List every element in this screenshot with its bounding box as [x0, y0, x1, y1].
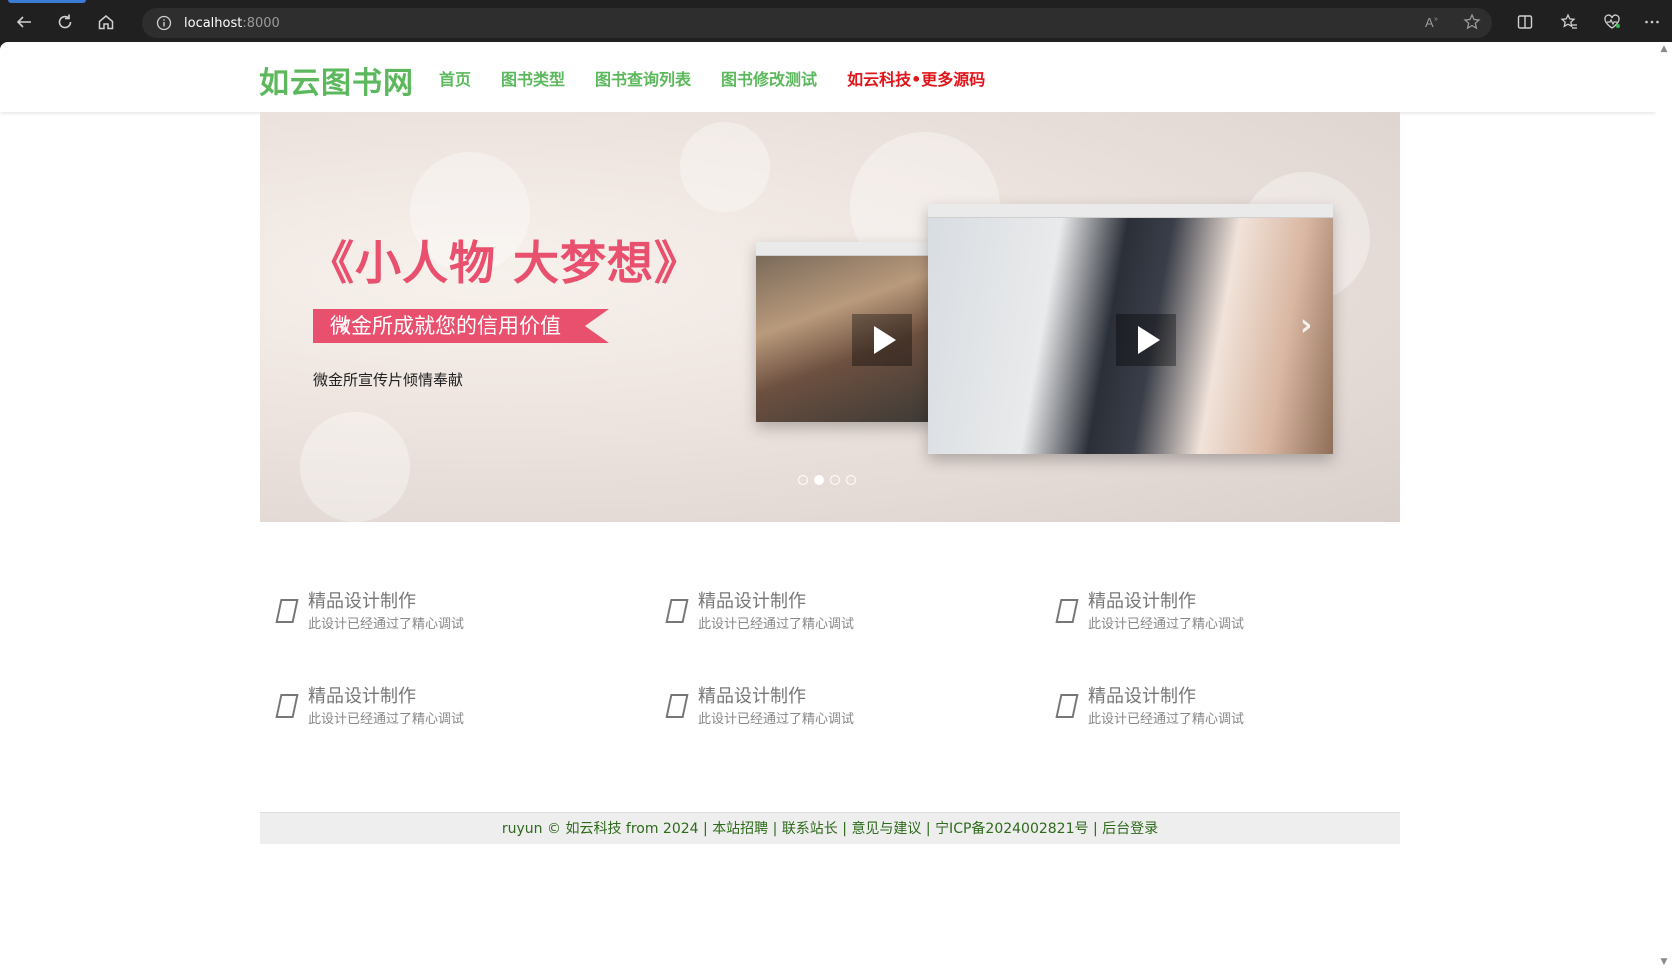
read-aloud-icon[interactable]: A»: [1418, 8, 1446, 36]
footer-link-jobs[interactable]: 本站招聘: [712, 821, 768, 837]
carousel-dot[interactable]: [798, 475, 808, 485]
nav-book-edit-test[interactable]: 图书修改测试: [721, 66, 817, 90]
back-icon[interactable]: [10, 8, 38, 36]
main-nav: 首页 图书类型 图书查询列表 图书修改测试 如云科技•更多源码: [439, 66, 985, 90]
bokeh-light: [680, 122, 770, 212]
carousel-indicators: [798, 475, 856, 485]
banner-ribbon-text: 微金所成就您的信用价值: [330, 314, 561, 338]
more-menu-icon[interactable]: [1638, 8, 1666, 36]
scroll-up-icon[interactable]: ▲: [1659, 44, 1669, 54]
browser-frame-bar: [756, 242, 932, 256]
footer-link-feedback[interactable]: 意见与建议: [851, 821, 921, 837]
site-info-icon[interactable]: [156, 15, 172, 31]
feature-item: 精品设计制作 此设计已经通过了精心调试: [1055, 587, 1358, 637]
feature-item: 精品设计制作 此设计已经通过了精心调试: [665, 587, 968, 637]
address-bar[interactable]: localhost:8000: [142, 8, 1492, 38]
feature-icon: [275, 694, 299, 718]
favorite-star-icon[interactable]: [1458, 8, 1486, 36]
svg-text:»: »: [1434, 16, 1438, 23]
favorites-icon[interactable]: [1555, 8, 1583, 36]
page-viewport: 如云图书网 首页 图书类型 图书查询列表 图书修改测试 如云科技•更多源码 《小…: [0, 42, 1672, 969]
nav-home[interactable]: 首页: [439, 66, 471, 90]
browser-frame-bar: [928, 204, 1333, 218]
feature-desc: 此设计已经通过了精心调试: [698, 712, 855, 727]
site-header: 如云图书网 首页 图书类型 图书查询列表 图书修改测试 如云科技•更多源码: [0, 42, 1656, 112]
carousel-dot-active[interactable]: [814, 475, 824, 485]
feature-desc: 此设计已经通过了精心调试: [698, 617, 855, 632]
feature-icon: [665, 599, 689, 623]
feature-title: 精品设计制作: [698, 591, 806, 612]
footer-copyright: ruyun © 如云科技 from 2024: [501, 821, 699, 837]
browser-toolbar: localhost:8000 A»: [0, 0, 1672, 42]
active-tab-indicator: [8, 0, 86, 3]
feature-icon: [1055, 694, 1079, 718]
bokeh-light: [300, 412, 410, 522]
play-icon[interactable]: [852, 314, 912, 366]
scroll-down-icon[interactable]: ▼: [1659, 957, 1669, 967]
feature-title: 精品设计制作: [308, 686, 416, 707]
feature-item: 精品设计制作 此设计已经通过了精心调试: [1055, 682, 1358, 732]
feature-item: 精品设计制作 此设计已经通过了精心调试: [665, 682, 968, 732]
url-host: localhost: [184, 15, 243, 31]
carousel-prev-icon[interactable]: ‹: [338, 308, 350, 343]
play-icon[interactable]: [1116, 314, 1176, 366]
feature-icon: [1055, 599, 1079, 623]
feature-item: 精品设计制作 此设计已经通过了精心调试: [275, 587, 578, 637]
health-heart-icon[interactable]: [1598, 8, 1626, 36]
footer-link-admin-login[interactable]: 后台登录: [1102, 821, 1158, 837]
page-scrollbar[interactable]: ▲ ▼: [1656, 42, 1672, 969]
hero-carousel: 《小人物 大梦想》 微金所成就您的信用价值 微金所宣传片倾情奉献 ‹ ›: [260, 112, 1400, 522]
carousel-next-icon[interactable]: ›: [1300, 308, 1312, 343]
carousel-dot[interactable]: [846, 475, 856, 485]
feature-item: 精品设计制作 此设计已经通过了精心调试: [275, 682, 578, 732]
feature-desc: 此设计已经通过了精心调试: [308, 712, 465, 727]
feature-desc: 此设计已经通过了精心调试: [308, 617, 465, 632]
site-footer: ruyun © 如云科技 from 2024 | 本站招聘 | 联系站长 | 意…: [260, 812, 1400, 844]
video-thumbnail-small: [756, 242, 932, 422]
home-icon[interactable]: [92, 8, 120, 36]
feature-title: 精品设计制作: [1088, 591, 1196, 612]
feature-title: 精品设计制作: [1088, 686, 1196, 707]
split-screen-icon[interactable]: [1511, 8, 1539, 36]
feature-icon: [275, 599, 299, 623]
url-port: :8000: [242, 15, 280, 31]
video-thumbnail-large: [928, 204, 1333, 454]
svg-text:A: A: [1425, 15, 1434, 30]
feature-desc: 此设计已经通过了精心调试: [1088, 617, 1245, 632]
feature-desc: 此设计已经通过了精心调试: [1088, 712, 1245, 727]
feature-title: 精品设计制作: [698, 686, 806, 707]
nav-book-types[interactable]: 图书类型: [501, 66, 565, 90]
site-logo[interactable]: 如云图书网: [259, 58, 414, 102]
footer-link-icp[interactable]: 宁ICP备2024002821号: [935, 821, 1088, 837]
refresh-icon[interactable]: [51, 8, 79, 36]
carousel-dot[interactable]: [830, 475, 840, 485]
feature-title: 精品设计制作: [308, 591, 416, 612]
footer-link-contact[interactable]: 联系站长: [782, 821, 838, 837]
nav-more-source[interactable]: 如云科技•更多源码: [847, 66, 985, 90]
feature-icon: [665, 694, 689, 718]
banner-title: 《小人物 大梦想》: [308, 236, 702, 290]
banner-subtitle: 微金所宣传片倾情奉献: [313, 371, 464, 389]
nav-book-search-list[interactable]: 图书查询列表: [595, 66, 691, 90]
